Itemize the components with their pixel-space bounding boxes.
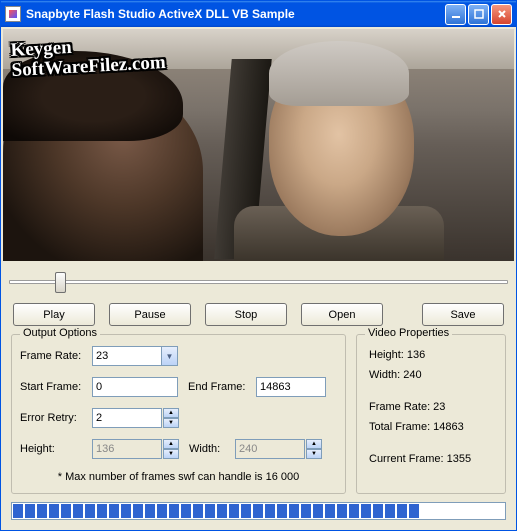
progress-segment <box>469 504 479 518</box>
progress-segment <box>409 504 419 518</box>
error-retry-label: Error Retry: <box>20 412 92 424</box>
start-frame-label: Start Frame: <box>20 381 92 393</box>
progress-segment <box>181 504 191 518</box>
progress-segment <box>217 504 227 518</box>
window-title: Snapbyte Flash Studio ActiveX DLL VB Sam… <box>26 7 295 21</box>
progress-segment <box>13 504 23 518</box>
chevron-down-icon[interactable]: ▼ <box>161 347 177 365</box>
progress-segment <box>457 504 467 518</box>
width-input <box>235 439 305 459</box>
progress-segment <box>133 504 143 518</box>
progress-segment <box>145 504 155 518</box>
progress-segment <box>493 504 503 518</box>
progress-segment <box>121 504 131 518</box>
spin-up-icon[interactable]: ▲ <box>163 439 179 449</box>
progress-segment <box>205 504 215 518</box>
progress-segment <box>37 504 47 518</box>
progress-segment <box>265 504 275 518</box>
progress-segment <box>481 504 491 518</box>
progress-segment <box>361 504 371 518</box>
progress-segment <box>277 504 287 518</box>
spin-down-icon[interactable]: ▼ <box>306 449 322 459</box>
max-frames-note: * Max number of frames swf can handle is… <box>20 469 337 487</box>
spin-up-icon[interactable]: ▲ <box>163 408 179 418</box>
progress-segment <box>397 504 407 518</box>
height-label: Height: <box>20 443 92 455</box>
maximize-icon <box>474 9 484 19</box>
progress-segment <box>49 504 59 518</box>
output-options-group: Output Options Frame Rate: ▼ Start Frame… <box>11 334 346 494</box>
progress-segment <box>85 504 95 518</box>
progress-segment <box>241 504 251 518</box>
video-preview: Keygen SoftWareFilez.com <box>3 29 514 261</box>
watermark-overlay: Keygen SoftWareFilez.com <box>10 33 166 81</box>
seek-slider[interactable] <box>9 271 508 293</box>
app-icon <box>5 6 21 22</box>
prop-total-frame: Total Frame: 14863 <box>369 421 493 433</box>
close-button[interactable] <box>491 4 512 25</box>
progress-segment <box>385 504 395 518</box>
stop-button[interactable]: Stop <box>205 303 287 326</box>
prop-frame-rate: Frame Rate: 23 <box>369 401 493 413</box>
progress-segment <box>433 504 443 518</box>
app-window: Snapbyte Flash Studio ActiveX DLL VB Sam… <box>0 0 517 531</box>
output-legend: Output Options <box>20 327 100 339</box>
video-properties-group: Video Properties Height: 136 Width: 240 … <box>356 334 506 494</box>
width-spinner[interactable]: ▲ ▼ <box>306 439 322 459</box>
titlebar: Snapbyte Flash Studio ActiveX DLL VB Sam… <box>1 1 516 27</box>
progress-segment <box>253 504 263 518</box>
progress-segment <box>301 504 311 518</box>
progress-segment <box>289 504 299 518</box>
error-retry-spinner[interactable]: ▲ ▼ <box>163 408 179 428</box>
minimize-button[interactable] <box>445 4 466 25</box>
progress-segment <box>73 504 83 518</box>
progress-bar <box>11 502 506 520</box>
options-row: Output Options Frame Rate: ▼ Start Frame… <box>3 334 514 494</box>
progress-segment <box>25 504 35 518</box>
progress-segment <box>313 504 323 518</box>
progress-segment <box>349 504 359 518</box>
height-spinner[interactable]: ▲ ▼ <box>163 439 179 459</box>
spin-down-icon[interactable]: ▼ <box>163 449 179 459</box>
props-legend: Video Properties <box>365 327 452 339</box>
close-icon <box>497 9 507 19</box>
frame-rate-combo[interactable]: ▼ <box>92 346 178 366</box>
slider-track[interactable] <box>9 280 508 284</box>
error-retry-input[interactable] <box>92 408 162 428</box>
spin-up-icon[interactable]: ▲ <box>306 439 322 449</box>
prop-height: Height: 136 <box>369 349 493 361</box>
content-area: Keygen SoftWareFilez.com Play Pause Stop… <box>1 27 516 530</box>
open-button[interactable]: Open <box>301 303 383 326</box>
progress-segment <box>61 504 71 518</box>
progress-segment <box>109 504 119 518</box>
progress-segment <box>373 504 383 518</box>
prop-current-frame: Current Frame: 1355 <box>369 453 493 465</box>
end-frame-input[interactable] <box>256 377 326 397</box>
progress-segment <box>193 504 203 518</box>
maximize-button[interactable] <box>468 4 489 25</box>
progress-segment <box>229 504 239 518</box>
height-input <box>92 439 162 459</box>
save-button[interactable]: Save <box>422 303 504 326</box>
minimize-icon <box>451 9 461 19</box>
start-frame-input[interactable] <box>92 377 178 397</box>
progress-segment <box>157 504 167 518</box>
progress-segment <box>445 504 455 518</box>
end-frame-label: End Frame: <box>188 381 256 393</box>
pause-button[interactable]: Pause <box>109 303 191 326</box>
frame-rate-label: Frame Rate: <box>20 350 92 362</box>
progress-segment <box>325 504 335 518</box>
width-label: Width: <box>189 443 235 455</box>
play-button[interactable]: Play <box>13 303 95 326</box>
slider-thumb[interactable] <box>55 272 66 293</box>
prop-width: Width: 240 <box>369 369 493 381</box>
progress-segment <box>97 504 107 518</box>
progress-segment <box>421 504 431 518</box>
progress-segment <box>337 504 347 518</box>
progress-segment <box>169 504 179 518</box>
spin-down-icon[interactable]: ▼ <box>163 418 179 428</box>
